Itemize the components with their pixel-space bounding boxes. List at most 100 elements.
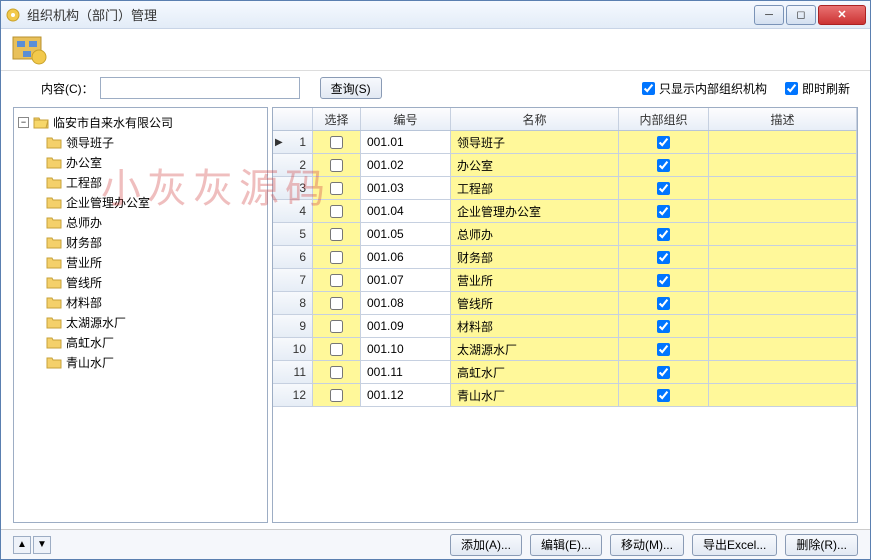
add-button[interactable]: 添加(A)...: [450, 534, 522, 556]
row-select-checkbox[interactable]: [330, 366, 343, 379]
row-select-cell[interactable]: [313, 177, 361, 199]
table-row[interactable]: 8001.08管线所: [273, 292, 857, 315]
table-row[interactable]: 5001.05总师办: [273, 223, 857, 246]
row-org-cell[interactable]: [619, 131, 709, 153]
row-org-cell[interactable]: [619, 200, 709, 222]
row-org-checkbox[interactable]: [657, 205, 670, 218]
row-select-checkbox[interactable]: [330, 297, 343, 310]
row-select-checkbox[interactable]: [330, 159, 343, 172]
only-internal-checkbox[interactable]: [642, 82, 655, 95]
export-button[interactable]: 导出Excel...: [692, 534, 777, 556]
row-select-checkbox[interactable]: [330, 343, 343, 356]
grid-header-org[interactable]: 内部组织: [619, 108, 709, 130]
row-org-checkbox[interactable]: [657, 251, 670, 264]
row-select-checkbox[interactable]: [330, 182, 343, 195]
table-row[interactable]: 9001.09材料部: [273, 315, 857, 338]
move-button[interactable]: 移动(M)...: [610, 534, 684, 556]
row-org-checkbox[interactable]: [657, 228, 670, 241]
tree-child-node[interactable]: 青山水厂: [46, 352, 265, 372]
tree-child-node[interactable]: 太湖源水厂: [46, 312, 265, 332]
row-select-checkbox[interactable]: [330, 228, 343, 241]
table-row[interactable]: 2001.02办公室: [273, 154, 857, 177]
row-select-cell[interactable]: [313, 246, 361, 268]
row-select-cell[interactable]: [313, 292, 361, 314]
scroll-down-button[interactable]: ▼: [33, 536, 51, 554]
grid-header-name[interactable]: 名称: [451, 108, 619, 130]
query-button[interactable]: 查询(S): [320, 77, 382, 99]
refresh-checkbox-label[interactable]: 即时刷新: [785, 80, 850, 97]
grid-body[interactable]: ▶1001.01领导班子2001.02办公室3001.03工程部4001.04企…: [273, 131, 857, 407]
row-select-cell[interactable]: [313, 131, 361, 153]
row-select-cell[interactable]: [313, 269, 361, 291]
grid-header-desc[interactable]: 描述: [709, 108, 857, 130]
tree-child-node[interactable]: 领导班子: [46, 132, 265, 152]
row-select-cell[interactable]: [313, 361, 361, 383]
refresh-checkbox[interactable]: [785, 82, 798, 95]
row-org-checkbox[interactable]: [657, 320, 670, 333]
grid-header-id[interactable]: 编号: [361, 108, 451, 130]
row-org-checkbox[interactable]: [657, 297, 670, 310]
tree-child-node[interactable]: 工程部: [46, 172, 265, 192]
row-org-checkbox[interactable]: [657, 274, 670, 287]
row-select-cell[interactable]: [313, 154, 361, 176]
tree-child-node[interactable]: 财务部: [46, 232, 265, 252]
tree-child-node[interactable]: 管线所: [46, 272, 265, 292]
row-name-cell: 太湖源水厂: [451, 338, 619, 360]
table-row[interactable]: 10001.10太湖源水厂: [273, 338, 857, 361]
table-row[interactable]: 3001.03工程部: [273, 177, 857, 200]
edit-button[interactable]: 编辑(E)...: [530, 534, 602, 556]
folder-icon: [46, 275, 62, 289]
table-row[interactable]: 7001.07营业所: [273, 269, 857, 292]
tree-child-node[interactable]: 材料部: [46, 292, 265, 312]
tree-child-node[interactable]: 营业所: [46, 252, 265, 272]
row-select-cell[interactable]: [313, 384, 361, 406]
minimize-button[interactable]: ─: [754, 5, 784, 25]
row-org-cell[interactable]: [619, 315, 709, 337]
row-org-checkbox[interactable]: [657, 343, 670, 356]
tree-child-label: 材料部: [66, 294, 102, 311]
close-button[interactable]: ✕: [818, 5, 866, 25]
row-org-cell[interactable]: [619, 223, 709, 245]
row-org-cell[interactable]: [619, 269, 709, 291]
only-internal-checkbox-label[interactable]: 只显示内部组织机构: [642, 80, 767, 97]
tree-root-node[interactable]: − 临安市自来水有限公司: [16, 112, 265, 132]
row-org-cell[interactable]: [619, 338, 709, 360]
row-org-cell[interactable]: [619, 154, 709, 176]
row-select-checkbox[interactable]: [330, 274, 343, 287]
row-org-cell[interactable]: [619, 246, 709, 268]
table-row[interactable]: 4001.04企业管理办公室: [273, 200, 857, 223]
row-select-cell[interactable]: [313, 315, 361, 337]
search-input[interactable]: [100, 77, 300, 99]
tree-child-node[interactable]: 企业管理办公室: [46, 192, 265, 212]
row-org-checkbox[interactable]: [657, 159, 670, 172]
tree-panel[interactable]: − 临安市自来水有限公司 领导班子办公室工程部企业管理办公室总师办财务部营业所管…: [13, 107, 268, 523]
row-org-cell[interactable]: [619, 361, 709, 383]
scroll-up-button[interactable]: ▲: [13, 536, 31, 554]
row-org-cell[interactable]: [619, 292, 709, 314]
table-row[interactable]: ▶1001.01领导班子: [273, 131, 857, 154]
tree-collapse-icon[interactable]: −: [18, 117, 29, 128]
table-row[interactable]: 11001.11高虹水厂: [273, 361, 857, 384]
row-select-checkbox[interactable]: [330, 320, 343, 333]
row-select-cell[interactable]: [313, 223, 361, 245]
row-select-cell[interactable]: [313, 338, 361, 360]
row-org-cell[interactable]: [619, 384, 709, 406]
delete-button[interactable]: 删除(R)...: [785, 534, 858, 556]
row-org-checkbox[interactable]: [657, 136, 670, 149]
row-select-checkbox[interactable]: [330, 205, 343, 218]
row-org-checkbox[interactable]: [657, 366, 670, 379]
row-select-checkbox[interactable]: [330, 389, 343, 402]
maximize-button[interactable]: ◻: [786, 5, 816, 25]
row-select-checkbox[interactable]: [330, 136, 343, 149]
row-org-checkbox[interactable]: [657, 389, 670, 402]
row-org-cell[interactable]: [619, 177, 709, 199]
tree-child-node[interactable]: 高虹水厂: [46, 332, 265, 352]
table-row[interactable]: 6001.06财务部: [273, 246, 857, 269]
table-row[interactable]: 12001.12青山水厂: [273, 384, 857, 407]
grid-header-select[interactable]: 选择: [313, 108, 361, 130]
tree-child-node[interactable]: 总师办: [46, 212, 265, 232]
row-org-checkbox[interactable]: [657, 182, 670, 195]
row-select-cell[interactable]: [313, 200, 361, 222]
tree-child-node[interactable]: 办公室: [46, 152, 265, 172]
row-select-checkbox[interactable]: [330, 251, 343, 264]
